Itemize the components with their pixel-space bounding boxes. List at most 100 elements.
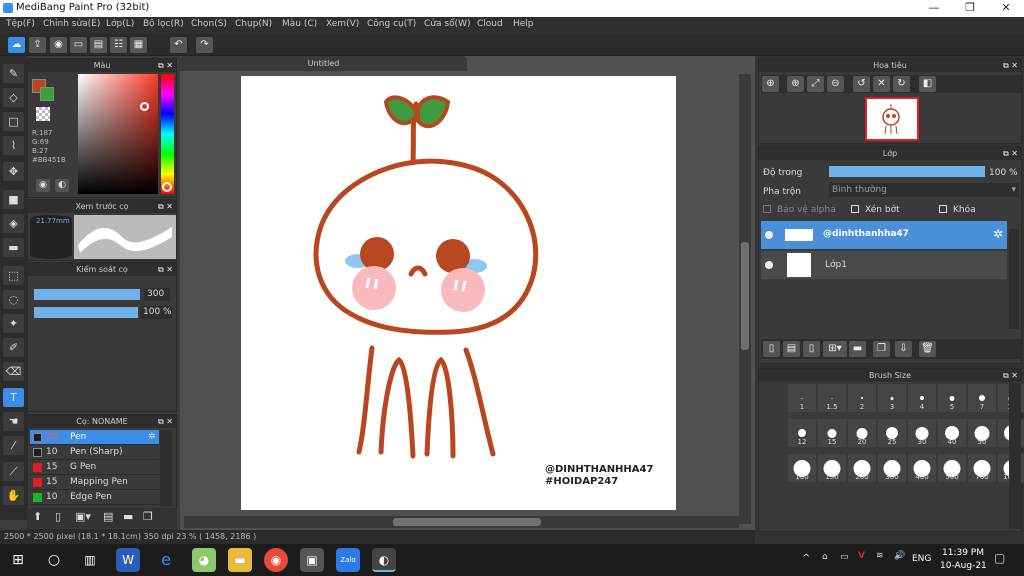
network-icon[interactable]: ⌂ — [822, 552, 828, 562]
edge-app-icon[interactable]: e — [154, 548, 178, 572]
brush-add-icon[interactable]: ⬆ — [33, 510, 42, 523]
brush-item[interactable]: 10 Edge Pen — [30, 490, 159, 505]
brush-opacity-value[interactable]: 100 % — [140, 306, 172, 319]
new-brush-icon[interactable]: ▯ — [55, 510, 61, 523]
eye-icon[interactable] — [765, 231, 773, 239]
zoom-in-icon[interactable]: ⊕ — [762, 76, 779, 92]
eye-icon[interactable] — [765, 261, 773, 269]
eyedropper-icon[interactable]: ⁄ — [3, 436, 24, 455]
color-picker-cursor[interactable] — [140, 102, 149, 111]
select-pen-icon[interactable]: ✐ — [3, 338, 24, 357]
layer-scrollbar[interactable] — [1009, 229, 1019, 329]
menu-cloud[interactable]: Cloud — [477, 19, 503, 29]
clock-date[interactable]: 10-Aug-21 — [940, 561, 987, 571]
close-icon[interactable]: ⧉ ✕ — [158, 415, 173, 428]
store-app-icon[interactable]: ▣ — [300, 548, 324, 572]
close-icon[interactable]: ⧉ ✕ — [158, 59, 173, 72]
duplicate-icon[interactable]: ❐ — [143, 510, 153, 523]
word-app-icon[interactable]: W — [116, 548, 140, 572]
add-layer-menu-icon[interactable]: ⊞▾ — [823, 341, 847, 357]
windows-start-icon[interactable]: ⊞ — [6, 548, 30, 572]
lasso-tool-icon[interactable]: ◌ — [3, 290, 24, 309]
text-tool-icon[interactable]: T — [3, 388, 24, 407]
protect-alpha-checkbox[interactable] — [763, 205, 771, 213]
undo-icon[interactable]: ↶ — [170, 37, 187, 53]
hue-cursor[interactable] — [162, 182, 172, 192]
brush-size-cell[interactable]: 25 — [877, 418, 907, 448]
brush-size-cell[interactable]: 200 — [847, 453, 877, 483]
brush-size-cell[interactable]: 300 — [877, 453, 907, 483]
menu-color[interactable]: Màu (C) — [282, 19, 317, 29]
navigator-thumbnail[interactable] — [865, 97, 919, 141]
color-mix-icon[interactable]: ◐ — [55, 179, 69, 192]
document-icon[interactable]: ▤ — [90, 37, 107, 53]
paint-app-icon[interactable]: ◕ — [192, 548, 216, 572]
brush-size-cell[interactable]: 2 — [847, 383, 877, 413]
vertical-scrollbar[interactable] — [739, 74, 751, 524]
close-button[interactable]: ✕ — [989, 0, 1023, 17]
brush-size-cell[interactable]: 1 — [787, 383, 817, 413]
tray-up-icon[interactable]: ^ — [802, 553, 810, 564]
clipping-checkbox[interactable] — [851, 205, 859, 213]
layer-row[interactable]: Lớp1 — [761, 251, 1007, 279]
brush-size-cell[interactable]: 15 — [817, 418, 847, 448]
gradient-tool-icon[interactable]: ▬ — [3, 238, 24, 257]
merge-down-icon[interactable]: ⇩ — [895, 341, 912, 357]
menu-view[interactable]: Xem(V) — [326, 19, 359, 29]
list-icon[interactable]: ☷ — [110, 37, 127, 53]
search-icon[interactable]: ○ — [42, 548, 66, 572]
canvas-paper[interactable]: @DINHTHANHHA47 #HOIDAP247 — [241, 76, 676, 510]
select-eraser-icon[interactable]: ⌫ — [3, 362, 24, 381]
share-icon[interactable]: ⇪ — [29, 37, 46, 53]
new-halftone-layer-icon[interactable]: ▤ — [783, 341, 800, 357]
language-indicator[interactable]: ENG — [912, 554, 931, 564]
file-explorer-icon[interactable]: ▬ — [228, 548, 252, 572]
menu-help[interactable]: Help — [513, 19, 534, 29]
bucket-tool-icon[interactable]: ◈ — [3, 214, 24, 233]
horizontal-scrollbar[interactable] — [184, 516, 739, 528]
new-8bit-layer-icon[interactable]: ▯ — [803, 341, 820, 357]
rotate-right-icon[interactable]: ↻ — [893, 76, 910, 92]
new-layer-icon[interactable]: ▯ — [763, 341, 780, 357]
close-icon[interactable]: ⧉ ✕ — [158, 200, 173, 213]
message-icon[interactable]: ▭ — [70, 37, 87, 53]
saturation-value-picker[interactable] — [78, 74, 158, 194]
horizontal-scroll-thumb[interactable] — [393, 518, 541, 526]
wifi-icon[interactable]: ≋ — [876, 551, 884, 561]
menu-filter[interactable]: Bộ lọc(R) — [143, 19, 184, 29]
hand-tool-icon[interactable]: ✋ — [3, 486, 24, 505]
layer-row-selected[interactable]: @dinhthanhha47 ✲ — [761, 221, 1007, 249]
menu-select[interactable]: Chọn(S) — [191, 19, 227, 29]
hue-slider[interactable] — [161, 74, 174, 194]
brush-size-cell[interactable]: 700 — [967, 453, 997, 483]
chrome-app-icon[interactable]: ◉ — [264, 548, 288, 572]
grid-icon[interactable]: ▦ — [130, 37, 147, 53]
brush-size-cell[interactable]: 5 — [937, 383, 967, 413]
brush-settings-icon[interactable]: ▤ — [103, 510, 113, 523]
reset-icon[interactable]: ✕ — [873, 76, 890, 92]
magic-wand-icon[interactable]: ✦ — [3, 314, 24, 333]
transparent-swatch[interactable] — [36, 107, 50, 121]
menu-tools[interactable]: Công cụ(T) — [367, 19, 416, 29]
comment-icon[interactable]: ◉ — [50, 37, 67, 53]
document-tab[interactable]: Untitled — [180, 56, 467, 71]
brush-size-cell[interactable]: 40 — [937, 418, 967, 448]
minimize-button[interactable]: — — [917, 0, 951, 17]
brush-size-cell[interactable]: 150 — [817, 453, 847, 483]
lock-checkbox[interactable] — [939, 205, 947, 213]
battery-icon[interactable]: ▭ — [840, 552, 849, 562]
redo-icon[interactable]: ↷ — [196, 37, 213, 53]
rectangle-tool-icon[interactable]: □ — [3, 112, 24, 131]
zoom-out-icon[interactable]: ⊖ — [827, 76, 844, 92]
operation-tool-icon[interactable]: ☚ — [3, 412, 24, 431]
volume-icon[interactable]: 🔊 — [894, 551, 905, 561]
brush-size-cell[interactable]: 30 — [907, 418, 937, 448]
brush-menu-icon[interactable]: ▣▾ — [75, 510, 91, 523]
gear-icon[interactable]: ✲ — [993, 227, 1003, 241]
vertical-scroll-thumb[interactable] — [741, 242, 749, 350]
notification-icon[interactable]: ▢ — [994, 551, 1005, 565]
menu-layer[interactable]: Lớp(L) — [106, 19, 134, 29]
close-icon[interactable]: ⧉ ✕ — [158, 263, 173, 276]
select-tool-icon[interactable]: ⬚ — [3, 266, 24, 285]
move-tool-icon[interactable]: ✥ — [3, 162, 24, 181]
